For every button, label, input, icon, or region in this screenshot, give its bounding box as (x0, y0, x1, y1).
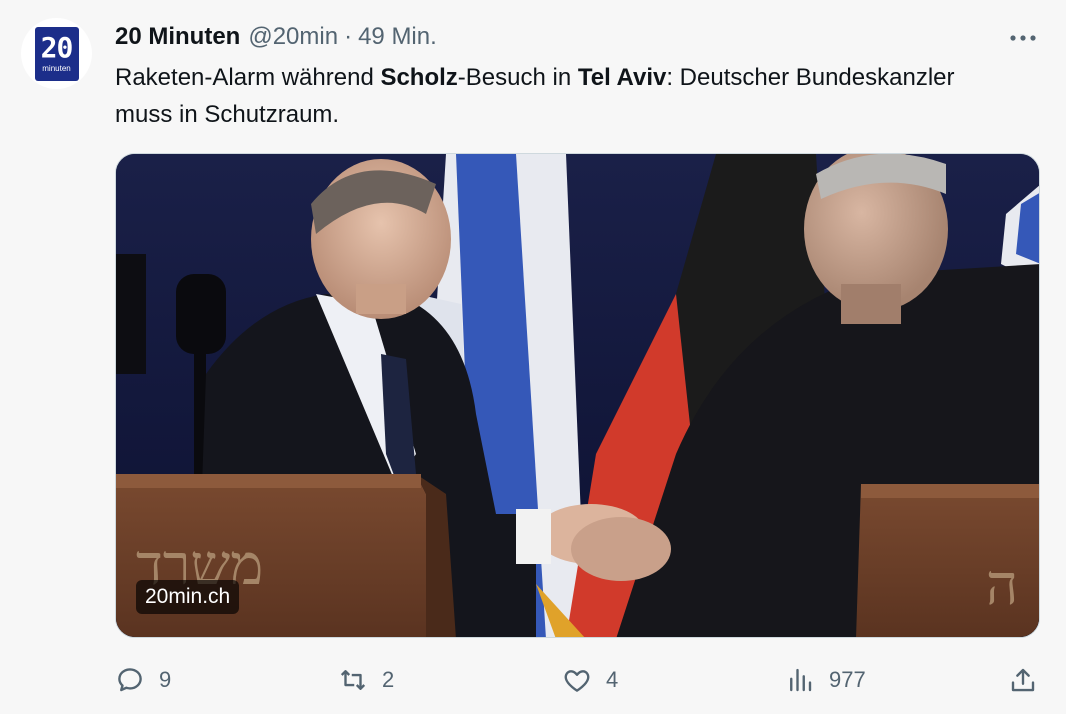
reply-count: 9 (159, 667, 172, 692)
share-icon (1011, 668, 1035, 692)
like-count: 4 (606, 667, 619, 692)
more-dots (1010, 35, 1036, 41)
logo-word: minuten (42, 63, 71, 73)
more-icon[interactable] (1008, 24, 1038, 52)
repost-button[interactable]: 2 (338, 660, 394, 700)
tweet-media-image[interactable]: משרד ה (115, 153, 1040, 638)
author-handle[interactable]: @20min (248, 23, 338, 51)
heart-icon (564, 670, 590, 692)
tweet-text-part: -Besuch in (457, 64, 578, 91)
20-minuten-logo: 20 minuten (34, 26, 79, 81)
share-button[interactable] (1008, 660, 1052, 700)
tweet-time[interactable]: 49 Min. (358, 23, 437, 51)
repost-icon (340, 670, 366, 690)
podium-right-text: ה (986, 553, 1018, 618)
views-count: 977 (829, 667, 866, 692)
avatar[interactable]: 20 minuten (21, 18, 92, 89)
tweet-header: 20 Minuten @20min · 49 Min. (115, 22, 437, 52)
header-separator: · (344, 23, 353, 50)
reply-icon (118, 668, 142, 692)
like-button[interactable]: 4 (562, 660, 618, 700)
tweet-text: Raketen-Alarm während Scholz-Besuch in T… (115, 59, 1015, 133)
media-source-badge[interactable]: 20min.ch (136, 580, 240, 614)
author-name[interactable]: 20 Minuten (115, 23, 240, 51)
logo-number: 20 (40, 30, 74, 64)
tweet-text-part: Raketen-Alarm während (115, 64, 381, 91)
tweet-text-bold-tel-aviv: Tel Aviv (577, 64, 667, 91)
views-button[interactable]: 977 (785, 660, 866, 700)
views-icon (790, 668, 812, 692)
repost-count: 2 (382, 667, 395, 692)
tweet-actions: 9 2 4 977 (0, 660, 1066, 700)
tweet-text-bold-scholz: Scholz (380, 64, 458, 91)
reply-button[interactable]: 9 (115, 660, 171, 700)
